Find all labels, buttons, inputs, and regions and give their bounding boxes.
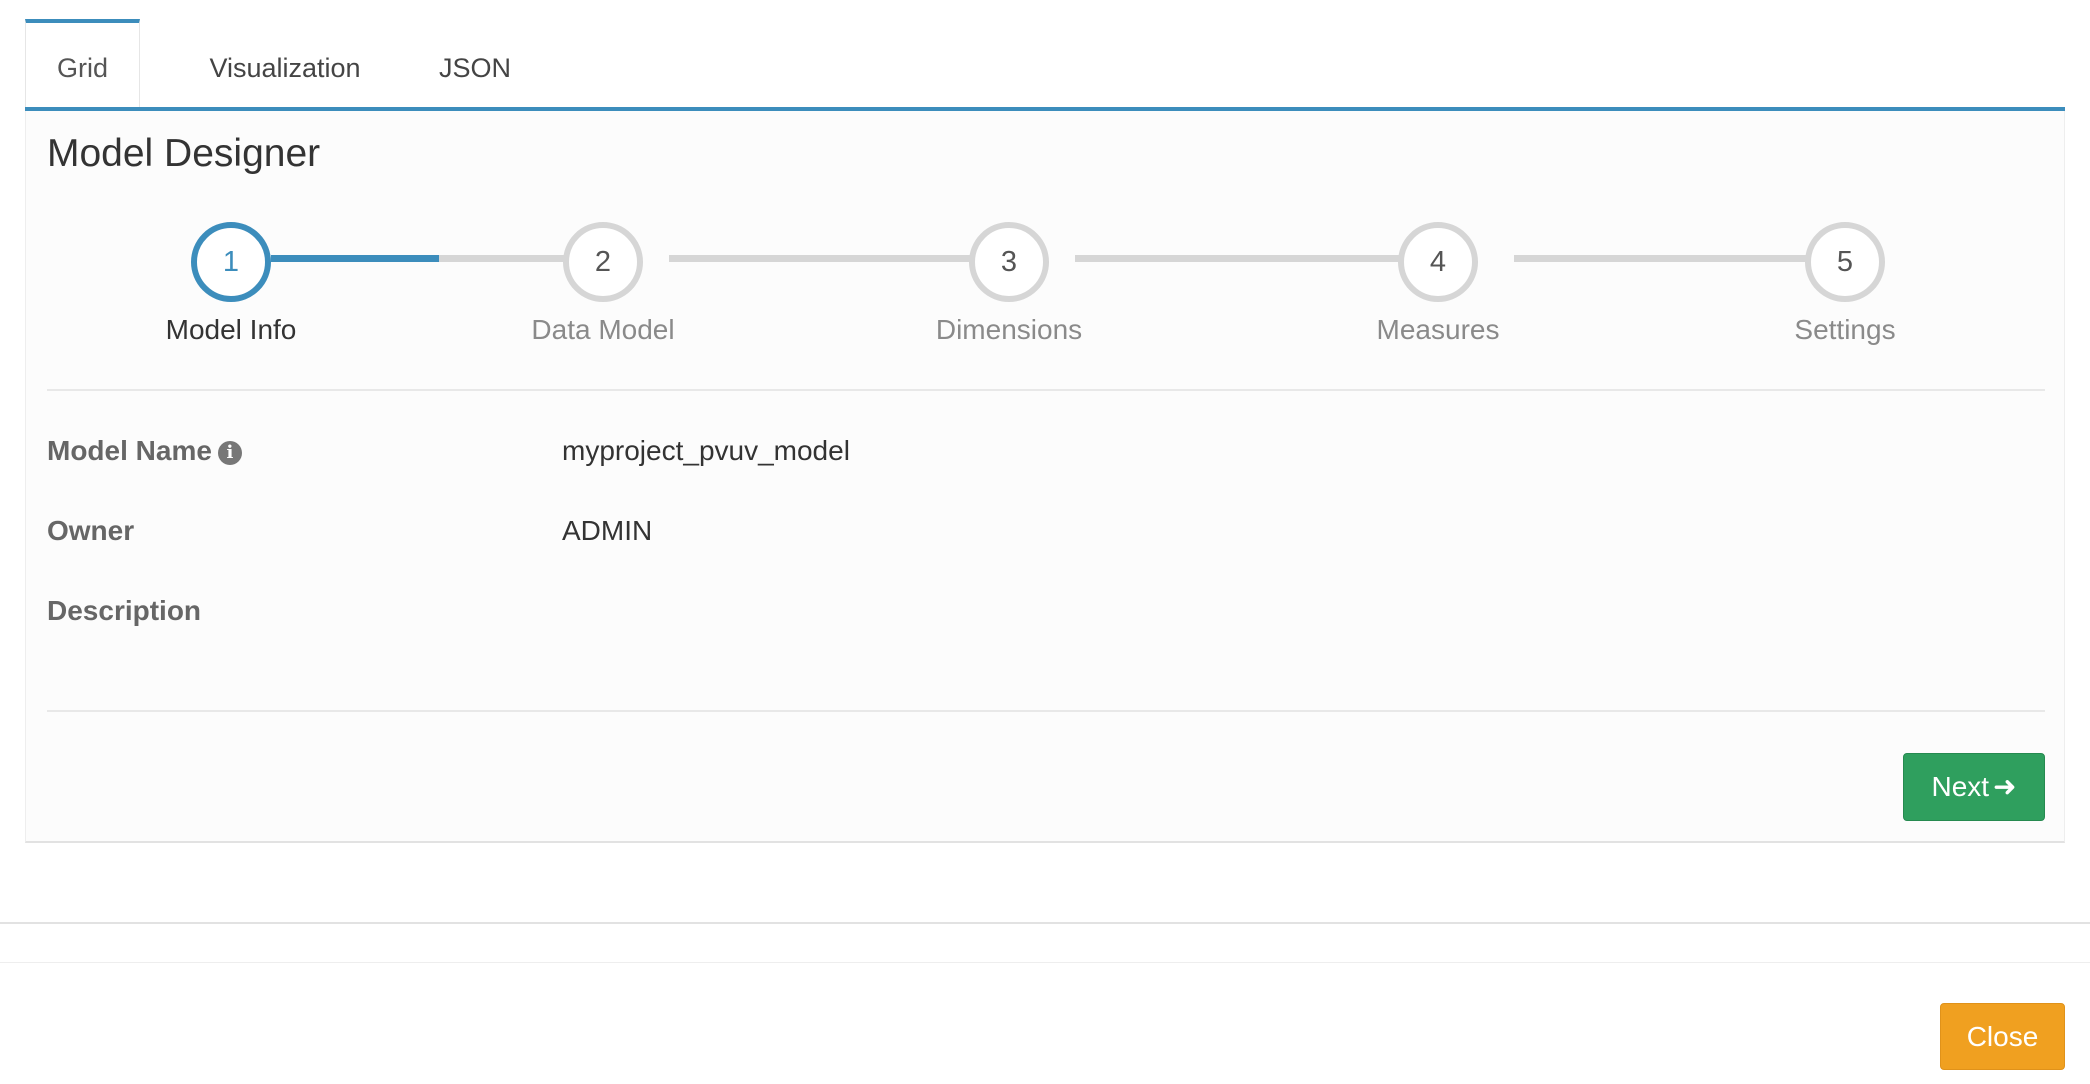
wizard-steps: 1 2 3 4 5 Model Info Data Model Dimensio… bbox=[26, 111, 2066, 371]
tab-json[interactable]: JSON bbox=[410, 19, 540, 107]
step-4-circle[interactable]: 4 bbox=[1398, 222, 1478, 302]
step-4-label[interactable]: Measures bbox=[1318, 314, 1558, 346]
wizard-connector-line bbox=[669, 255, 995, 262]
tab-bar: Grid Visualization JSON bbox=[25, 19, 2065, 111]
model-name-value: myproject_pvuv_model bbox=[562, 435, 850, 466]
info-circle-icon[interactable]: i bbox=[217, 441, 242, 465]
next-button[interactable]: Next ➜ bbox=[1903, 753, 2045, 821]
step-1-label[interactable]: Model Info bbox=[111, 314, 351, 346]
arrow-right-icon: ➜ bbox=[1993, 771, 2017, 802]
footer-divider-light bbox=[0, 962, 2090, 963]
description-label: Description bbox=[47, 595, 202, 626]
model-designer-panel: Model Designer 1 2 3 4 5 Model Info Data… bbox=[25, 111, 2065, 843]
owner-value: ADMIN bbox=[562, 515, 653, 546]
form-divider bbox=[47, 710, 2045, 712]
wizard-progress-line bbox=[271, 255, 439, 262]
step-5-circle[interactable]: 5 bbox=[1805, 222, 1885, 302]
wizard-connector-line bbox=[1514, 255, 1841, 262]
wizard-divider bbox=[47, 389, 2045, 391]
step-2-label[interactable]: Data Model bbox=[483, 314, 723, 346]
step-3-circle[interactable]: 3 bbox=[969, 222, 1049, 302]
tab-visualization[interactable]: Visualization bbox=[175, 19, 395, 107]
tab-grid[interactable]: Grid bbox=[25, 19, 140, 107]
step-2-circle[interactable]: 2 bbox=[563, 222, 643, 302]
footer-divider bbox=[0, 922, 2090, 924]
wizard-connector-line bbox=[1075, 255, 1434, 262]
close-button[interactable]: Close bbox=[1940, 1003, 2065, 1070]
next-button-label: Next bbox=[1931, 771, 1990, 802]
owner-label: Owner bbox=[47, 515, 135, 546]
step-3-label[interactable]: Dimensions bbox=[889, 314, 1129, 346]
step-5-label[interactable]: Settings bbox=[1725, 314, 1965, 346]
model-name-label: Model Name i bbox=[47, 435, 242, 467]
step-1-circle[interactable]: 1 bbox=[191, 222, 271, 302]
